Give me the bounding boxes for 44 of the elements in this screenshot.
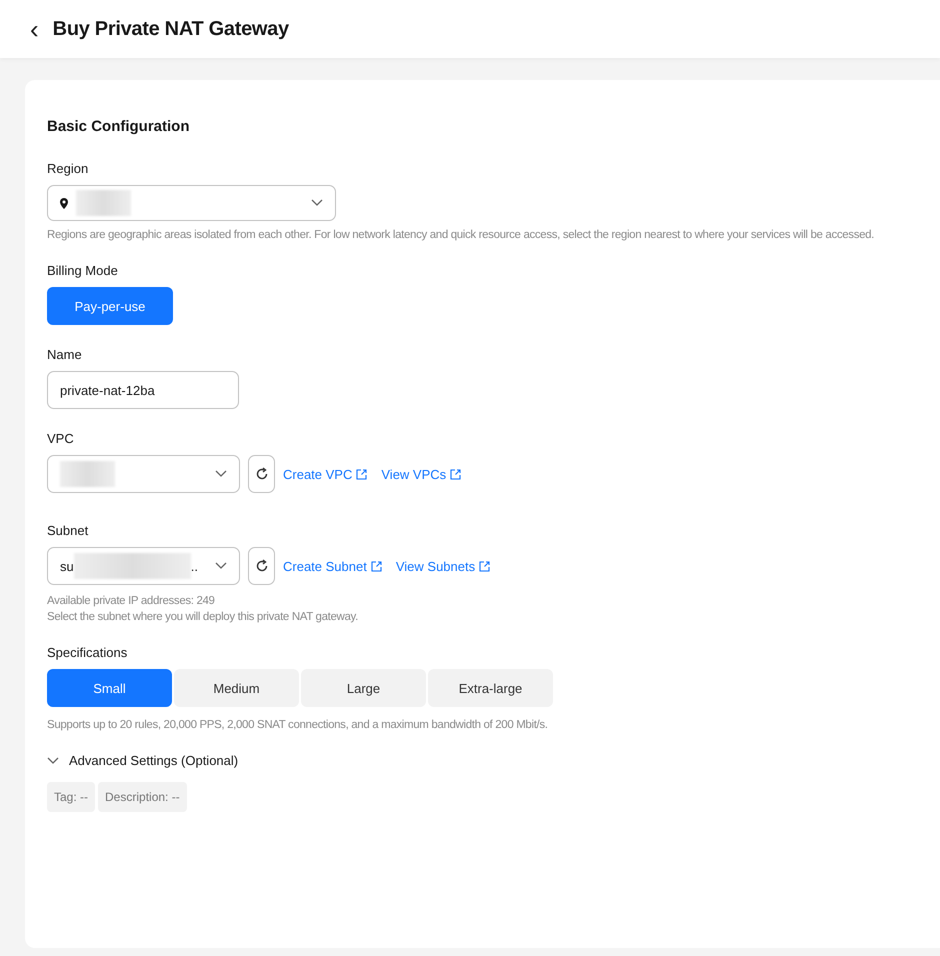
redacted-value [76, 190, 131, 216]
external-link-icon [479, 560, 490, 572]
field-hint: Select the subnet where you will deploy this private NAT gateway. [47, 611, 359, 623]
caret-icon [215, 562, 227, 570]
subnet-select[interactable]: su .. [47, 547, 240, 585]
field-hint: Available private IP addresses: 249 [47, 595, 216, 607]
field-label: Billing Mode [47, 263, 119, 278]
name-input[interactable]: private-nat-12ba [47, 371, 239, 409]
refresh-icon [254, 467, 268, 481]
field-label: Subnet [47, 523, 90, 538]
back-button[interactable]: ‹ [30, 16, 39, 42]
field-hint: Regions are geographic areas isolated from each other. For low network latency and quick resource access, select the region nearest to where your services will be accessed. [47, 229, 876, 241]
spec-option[interactable]: Small [47, 669, 172, 707]
spec-option[interactable]: Extra-large [428, 669, 553, 707]
external-link-icon [450, 468, 462, 480]
summary-tag: Description: -- [98, 782, 187, 812]
summary-tag: Tag: -- [47, 782, 96, 812]
external-link-icon [356, 468, 368, 480]
field-label: Region [47, 161, 90, 176]
page-title: Buy Private NAT Gateway [52, 18, 289, 40]
caret-icon [215, 470, 227, 478]
select-value: su [60, 558, 74, 574]
advanced-settings-toggle[interactable]: Advanced Settings (Optional) [47, 753, 238, 768]
section-title: Basic Configuration [47, 118, 191, 135]
spec-option[interactable]: Medium [174, 669, 299, 707]
chevron-icon [47, 756, 59, 764]
refresh-icon [254, 559, 268, 573]
refresh-button[interactable] [248, 455, 275, 493]
external-link-icon [370, 560, 382, 572]
refresh-button[interactable] [248, 547, 275, 585]
field-label: Specifications [47, 645, 128, 660]
link[interactable]: View Subnets [396, 558, 490, 574]
location-pin-icon [60, 198, 68, 208]
field-label: VPC [47, 431, 75, 446]
link[interactable]: Create VPC [283, 466, 368, 482]
caret-icon [311, 199, 323, 207]
link[interactable]: View VPCs [381, 466, 462, 482]
select-value: .. [190, 558, 198, 574]
redacted-value [60, 461, 115, 487]
field-label: Name [47, 347, 83, 362]
field-hint: Supports up to 20 rules, 20,000 PPS, 2,000 SNAT connections, and a maximum bandwidth of 200 Mbit/s. [47, 719, 549, 731]
billing-option[interactable]: Pay-per-use [47, 287, 173, 325]
spec-option[interactable]: Large [301, 669, 426, 707]
link[interactable]: Create Subnet [283, 558, 382, 574]
